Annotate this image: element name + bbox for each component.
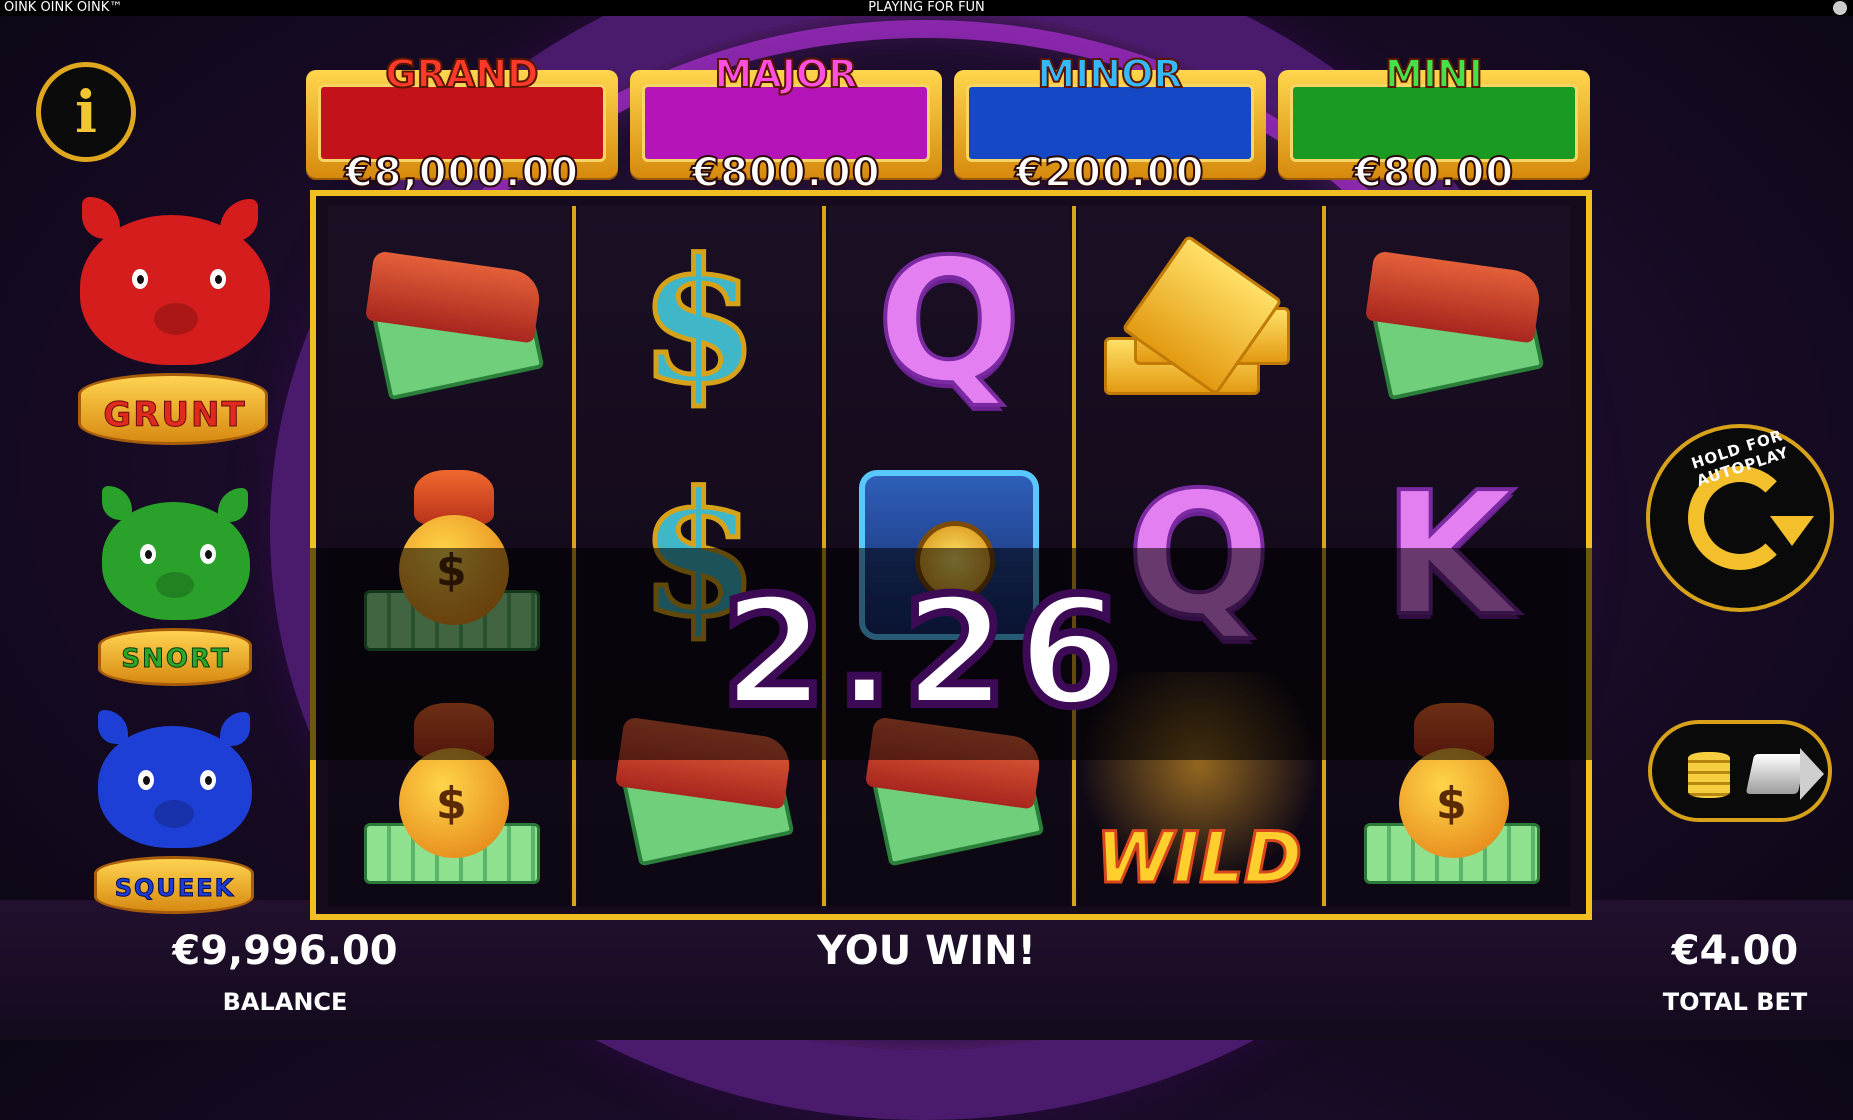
pig-squeek-label: SQUEEK	[114, 874, 236, 903]
jackpot-grand-title: GRAND	[384, 51, 539, 97]
gold-bars-symbol	[1104, 234, 1294, 397]
reel-cell: $	[578, 206, 820, 438]
info-button[interactable]: i	[36, 62, 136, 162]
info-icon: i	[74, 78, 98, 146]
jackpot-mini-title: MINI	[1384, 51, 1484, 97]
total-bet-label: TOTAL BET	[1662, 988, 1808, 1016]
wallet-symbol	[1359, 247, 1545, 401]
play-mode-label: PLAYING FOR FUN	[868, 0, 985, 15]
jackpot-minor-title: MINOR	[1036, 51, 1183, 97]
jackpot-grand: GRAND €8,000.00	[306, 50, 618, 197]
bet-settings-button[interactable]	[1648, 720, 1832, 822]
jackpot-major-title: MAJOR	[714, 51, 859, 97]
menu-corner-icon[interactable]	[1833, 1, 1847, 15]
pig-grunt-label: GRUNT	[103, 395, 247, 436]
reel-cell	[328, 206, 570, 438]
total-bet-value: €4.00	[1671, 928, 1799, 974]
reel-cell	[1078, 206, 1320, 438]
pig-grunt: GRUNT	[70, 185, 280, 455]
reel-cell: Q	[828, 206, 1070, 438]
jackpot-minor: MINOR €200.00	[954, 50, 1266, 197]
arrow-tip-icon	[1800, 748, 1824, 800]
win-message: YOU WIN!	[817, 928, 1036, 974]
coin-stack-icon	[1688, 752, 1730, 798]
dollar-sign-symbol: $	[637, 220, 760, 425]
win-amount: 2.26	[717, 562, 1132, 744]
jackpot-major: MAJOR €800.00	[630, 50, 942, 197]
jackpot-mini: MINI €80.00	[1278, 50, 1590, 197]
wallet-symbol	[359, 247, 545, 401]
top-bar: OINK OINK OINK™ PLAYING FOR FUN	[0, 0, 1853, 16]
arrow-right-icon	[1745, 754, 1807, 794]
letter-q-symbol: Q	[875, 221, 1024, 423]
reel-cell	[1328, 206, 1570, 438]
wild-symbol: WILD	[1095, 816, 1304, 901]
balance-label: BALANCE	[222, 988, 348, 1016]
spin-arrowhead-icon	[1770, 516, 1814, 546]
